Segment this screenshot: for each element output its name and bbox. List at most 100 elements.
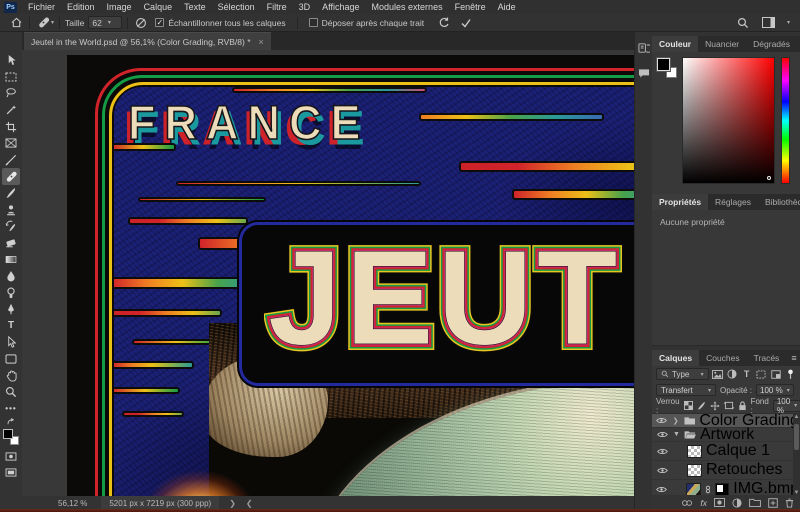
- screen-mode-icon[interactable]: [2, 465, 20, 482]
- dodge-tool[interactable]: [2, 284, 20, 301]
- filter-adjustment-layers-icon[interactable]: [726, 368, 738, 380]
- layer-style-fx-icon[interactable]: fx: [700, 498, 707, 508]
- layer-row-img-bmp[interactable]: IMG.bmp: [652, 480, 800, 495]
- group-collapsed-chevron-icon[interactable]: ❯: [673, 417, 680, 425]
- lock-artboard-icon[interactable]: [724, 400, 734, 412]
- visibility-eye-icon[interactable]: [655, 467, 669, 474]
- filter-shape-layers-icon[interactable]: [755, 368, 767, 380]
- remove-after-stroke-checkbox[interactable]: Déposer après chaque trait: [309, 18, 425, 28]
- sampling-ring-icon[interactable]: [133, 16, 149, 30]
- gradient-tool[interactable]: [2, 251, 20, 268]
- scroll-up-icon[interactable]: ▲: [793, 414, 800, 420]
- brush-tool[interactable]: [2, 185, 20, 202]
- tab-proprietes[interactable]: Propriétés: [652, 194, 708, 210]
- lock-position-icon[interactable]: [710, 400, 720, 412]
- menu-filtre[interactable]: Filtre: [261, 0, 293, 14]
- document-info[interactable]: 5201 px x 7219 px (300 ppp): [101, 496, 219, 510]
- layers-scrollbar[interactable]: ▲ ▼: [793, 414, 800, 495]
- checkbox-unchecked-icon[interactable]: [309, 18, 318, 27]
- filter-pixel-layers-icon[interactable]: [712, 368, 724, 380]
- history-panel-icon[interactable]: [638, 42, 650, 54]
- link-layers-icon[interactable]: [681, 499, 693, 507]
- hue-slider[interactable]: [781, 57, 790, 184]
- layer-row-calque-1[interactable]: Calque 1: [652, 442, 800, 461]
- zoom-tool[interactable]: [2, 384, 20, 401]
- menu-image[interactable]: Image: [101, 0, 138, 14]
- layer-thumbnail[interactable]: [687, 445, 702, 458]
- lock-pixels-icon[interactable]: [697, 400, 706, 412]
- menu-calque[interactable]: Calque: [138, 0, 179, 14]
- new-adjustment-layer-icon[interactable]: [732, 498, 742, 508]
- menu-affichage[interactable]: Affichage: [316, 0, 365, 14]
- eraser-tool[interactable]: [2, 235, 20, 252]
- spot-healing-brush-tool[interactable]: [2, 168, 20, 185]
- delete-layer-icon[interactable]: [785, 498, 794, 508]
- layer-thumbnail[interactable]: [686, 483, 701, 496]
- mask-link-icon[interactable]: [705, 485, 711, 494]
- reset-icon[interactable]: [436, 16, 452, 30]
- tab-couleur[interactable]: Couleur: [652, 36, 698, 52]
- path-selection-tool[interactable]: [2, 334, 20, 351]
- foreground-color-swatch[interactable]: [3, 429, 13, 439]
- tab-reglages[interactable]: Réglages: [708, 194, 758, 210]
- tool-preset-healing-brush-icon[interactable]: [35, 16, 51, 30]
- foreground-background-swatches[interactable]: [3, 429, 19, 445]
- menu-texte[interactable]: Texte: [178, 0, 212, 14]
- scrollbar-thumb[interactable]: [794, 424, 799, 450]
- new-group-icon[interactable]: [749, 498, 761, 507]
- panel-menu-icon[interactable]: ≡: [786, 350, 800, 366]
- pen-tool[interactable]: [2, 301, 20, 318]
- shape-tool[interactable]: [2, 351, 20, 368]
- add-mask-icon[interactable]: [714, 498, 725, 507]
- foreground-swatch[interactable]: [657, 58, 670, 71]
- layer-mask-thumbnail[interactable]: [715, 483, 730, 496]
- type-tool[interactable]: T: [2, 318, 20, 335]
- frame-tool[interactable]: [2, 135, 20, 152]
- color-swatches[interactable]: [657, 58, 679, 80]
- zoom-level[interactable]: 56,12 %: [58, 499, 87, 508]
- visibility-eye-icon[interactable]: [655, 417, 669, 424]
- size-select[interactable]: 62▾: [88, 16, 122, 29]
- menu-fenetre[interactable]: Fenêtre: [449, 0, 492, 14]
- menu-aide[interactable]: Aide: [492, 0, 522, 14]
- tab-couches[interactable]: Couches: [699, 350, 747, 366]
- menu-selection[interactable]: Sélection: [212, 0, 261, 14]
- visibility-eye-icon[interactable]: [655, 448, 669, 455]
- edit-toolbar-icon[interactable]: •••: [2, 400, 20, 417]
- tab-nuancier[interactable]: Nuancier: [698, 36, 746, 52]
- blur-tool[interactable]: [2, 268, 20, 285]
- saturation-brightness-field[interactable]: ✛: [682, 57, 775, 184]
- hand-tool[interactable]: [2, 367, 20, 384]
- move-tool[interactable]: [2, 52, 20, 69]
- object-selection-tool[interactable]: [2, 102, 20, 119]
- eyedropper-tool[interactable]: [2, 152, 20, 169]
- group-expanded-chevron-icon[interactable]: ▼: [673, 431, 680, 438]
- crop-tool[interactable]: [2, 118, 20, 135]
- tab-bibliotheques[interactable]: Bibliothèques: [758, 194, 800, 210]
- layer-thumbnail[interactable]: [687, 464, 702, 477]
- filter-type-select[interactable]: Type▾: [656, 368, 709, 380]
- tool-preset-caret-icon[interactable]: ▾: [51, 19, 54, 26]
- menu-modules-externes[interactable]: Modules externes: [366, 0, 449, 14]
- comments-panel-icon[interactable]: [638, 68, 650, 79]
- new-layer-icon[interactable]: [768, 498, 778, 508]
- lasso-tool[interactable]: [2, 85, 20, 102]
- document-tab[interactable]: Jeutel in the World.psd @ 56,1% (Color G…: [24, 32, 271, 50]
- status-prev-icon[interactable]: ❮: [246, 499, 253, 508]
- checkbox-checked-icon[interactable]: ✓: [155, 18, 164, 27]
- scroll-down-icon[interactable]: ▼: [793, 490, 800, 495]
- clone-stamp-tool[interactable]: [2, 201, 20, 218]
- fill-select[interactable]: 100 %▾: [773, 400, 800, 412]
- workspace-caret-icon[interactable]: ▾: [787, 19, 790, 26]
- filter-smart-objects-icon[interactable]: [770, 368, 782, 380]
- sample-all-layers-checkbox[interactable]: ✓ Échantillonner tous les calques: [155, 18, 285, 28]
- commit-check-icon[interactable]: [458, 16, 474, 30]
- visibility-eye-icon[interactable]: [655, 431, 669, 438]
- lock-transparency-icon[interactable]: [684, 400, 693, 412]
- menu-fichier[interactable]: Fichier: [22, 0, 61, 14]
- workspace-switcher-icon[interactable]: [761, 16, 777, 30]
- layer-row-artwork[interactable]: ▼ Artwork: [652, 428, 800, 442]
- lock-all-icon[interactable]: [738, 400, 747, 412]
- visibility-eye-icon[interactable]: [655, 486, 669, 493]
- blend-mode-select[interactable]: Transfert▾: [656, 384, 716, 396]
